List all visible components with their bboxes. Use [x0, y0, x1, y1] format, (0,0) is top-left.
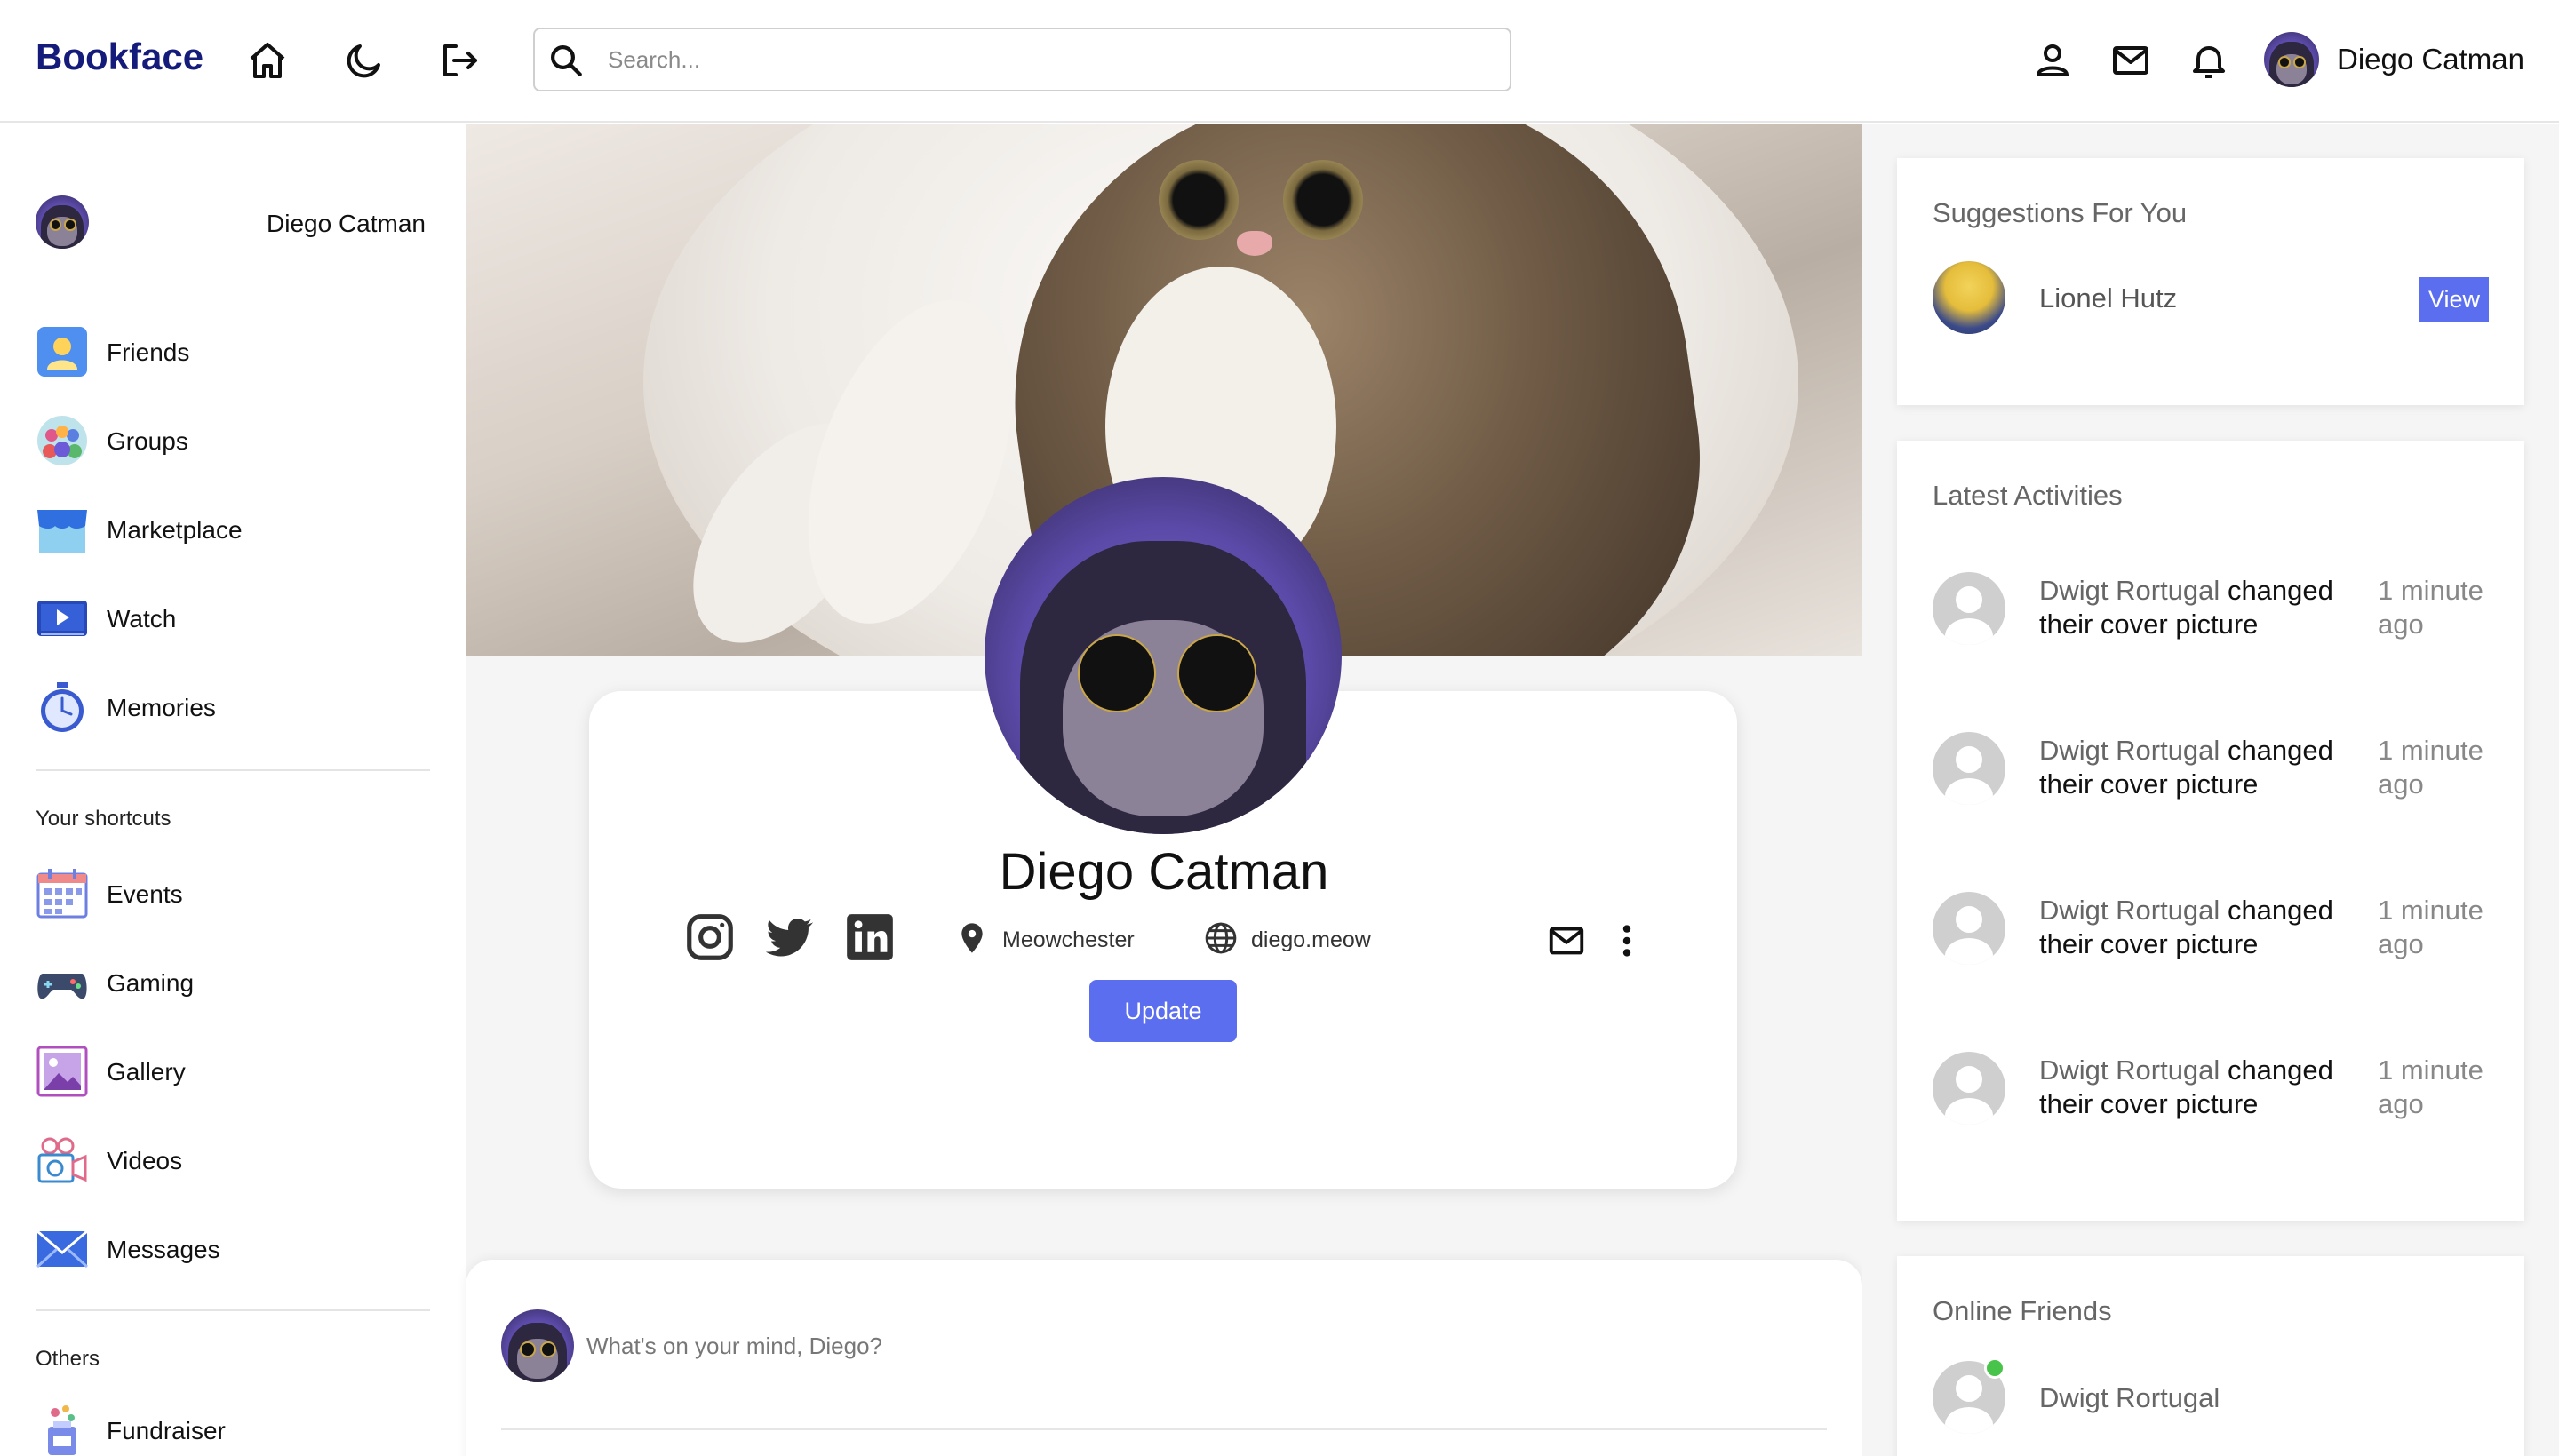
activities-title: Latest Activities [1933, 480, 2123, 511]
sidebar-item-friends[interactable]: Friends [36, 325, 444, 378]
profile-avatar[interactable] [985, 477, 1342, 834]
suggestion-name[interactable]: Lionel Hutz [2039, 282, 2177, 314]
activity-avatar[interactable] [1933, 732, 2005, 805]
sidebar-item-label: Groups [107, 427, 188, 455]
activity-text: Dwigt Rortugal changed their cover pictu… [2039, 1054, 2333, 1119]
activity-time: 1 minute ago [2378, 735, 2483, 800]
composer-divider [501, 1428, 1827, 1430]
sidebar-item-label: Fundraiser [107, 1417, 226, 1444]
person-icon[interactable] [2031, 39, 2074, 82]
online-friend-name[interactable]: Dwigt Rortugal [2039, 1382, 2220, 1414]
linkedin-icon[interactable] [842, 910, 897, 965]
sidebar-divider [36, 1309, 430, 1311]
friends-icon [36, 325, 89, 378]
sidebar-item-label: Watch [107, 605, 177, 633]
memories-icon [36, 680, 89, 734]
more-options-icon[interactable] [1606, 920, 1647, 961]
search-input[interactable] [608, 38, 1496, 81]
left-sidebar: Diego Catman Friends Groups Marketplace … [0, 124, 466, 1456]
sidebar-item-messages[interactable]: Messages [36, 1222, 444, 1276]
composer-avatar [501, 1309, 574, 1382]
marketplace-icon [36, 503, 89, 556]
sidebar-user-avatar[interactable] [36, 195, 89, 249]
suggestions-card: Suggestions For You Lionel Hutz View [1897, 158, 2524, 405]
header-username[interactable]: Diego Catman [2337, 43, 2524, 76]
update-button[interactable]: Update [1089, 980, 1237, 1042]
sidebar-item-memories[interactable]: Memories [36, 680, 444, 734]
sidebar-item-label: Marketplace [107, 516, 243, 544]
sidebar-item-marketplace[interactable]: Marketplace [36, 503, 444, 556]
activities-card: Latest Activities Dwigt Rortugal changed… [1897, 441, 2524, 1221]
sidebar-item-gaming[interactable]: Gaming [36, 956, 444, 1009]
sidebar-divider [36, 769, 430, 771]
bell-icon[interactable] [2188, 39, 2230, 82]
others-heading: Others [36, 1347, 100, 1371]
activity-time: 1 minute ago [2378, 575, 2483, 640]
activity-text: Dwigt Rortugal changed their cover pictu… [2039, 895, 2333, 959]
online-status-indicator [1984, 1357, 2005, 1379]
activity-time: 1 minute ago [2378, 1054, 2483, 1119]
sidebar-item-label: Videos [107, 1147, 183, 1174]
profile-location: Meowchester [1002, 927, 1135, 952]
fundraiser-icon [36, 1404, 89, 1456]
top-bar: Bookface Diego Catman [0, 0, 2559, 123]
gallery-icon [36, 1045, 89, 1098]
activity-avatar[interactable] [1933, 1052, 2005, 1125]
view-button[interactable]: View [2419, 277, 2489, 322]
brand-logo[interactable]: Bookface [36, 36, 203, 78]
activity-avatar[interactable] [1933, 892, 2005, 965]
sidebar-user-name[interactable]: Diego Catman [267, 210, 426, 238]
suggestion-avatar[interactable] [1933, 261, 2005, 334]
sidebar-item-label: Friends [107, 338, 190, 366]
user-avatar[interactable] [2264, 32, 2319, 87]
twitter-icon[interactable] [761, 910, 817, 965]
messages-icon [36, 1222, 89, 1276]
instagram-icon[interactable] [682, 910, 737, 965]
sidebar-item-label: Messages [107, 1236, 220, 1263]
online-friends-card: Online Friends Dwigt Rortugal [1897, 1256, 2524, 1456]
home-icon[interactable] [246, 39, 289, 82]
activity-text: Dwigt Rortugal changed their cover pictu… [2039, 735, 2333, 800]
sidebar-item-videos[interactable]: Videos [36, 1134, 444, 1187]
sidebar-item-watch[interactable]: Watch [36, 592, 444, 645]
sidebar-item-groups[interactable]: Groups [36, 414, 444, 467]
sidebar-item-label: Gaming [107, 969, 195, 997]
post-composer [466, 1260, 1862, 1456]
online-friends-title: Online Friends [1933, 1295, 2112, 1326]
activity-time: 1 minute ago [2378, 895, 2483, 959]
gaming-icon [36, 956, 89, 1009]
groups-icon [36, 414, 89, 467]
search-bar[interactable] [533, 28, 1511, 91]
mail-icon[interactable] [2109, 39, 2152, 82]
profile-name: Diego Catman [999, 843, 1329, 901]
activity-text: Dwigt Rortugal changed their cover pictu… [2039, 575, 2333, 640]
suggestions-title: Suggestions For You [1933, 197, 2188, 228]
globe-icon [1203, 920, 1239, 956]
message-icon[interactable] [1546, 920, 1587, 961]
sidebar-item-fundraiser[interactable]: Fundraiser [36, 1404, 444, 1456]
search-icon [551, 45, 582, 76]
activity-avatar[interactable] [1933, 572, 2005, 645]
logout-icon[interactable] [438, 39, 481, 82]
videos-icon [36, 1134, 89, 1187]
shortcuts-heading: Your shortcuts [36, 807, 171, 831]
moon-icon[interactable] [343, 39, 386, 82]
post-input[interactable] [586, 1327, 1813, 1365]
location-icon [954, 920, 990, 956]
sidebar-item-label: Memories [107, 694, 216, 721]
sidebar-item-gallery[interactable]: Gallery [36, 1045, 444, 1098]
profile-website[interactable]: diego.meow [1251, 927, 1371, 953]
sidebar-item-label: Gallery [107, 1058, 186, 1086]
watch-icon [36, 592, 89, 645]
